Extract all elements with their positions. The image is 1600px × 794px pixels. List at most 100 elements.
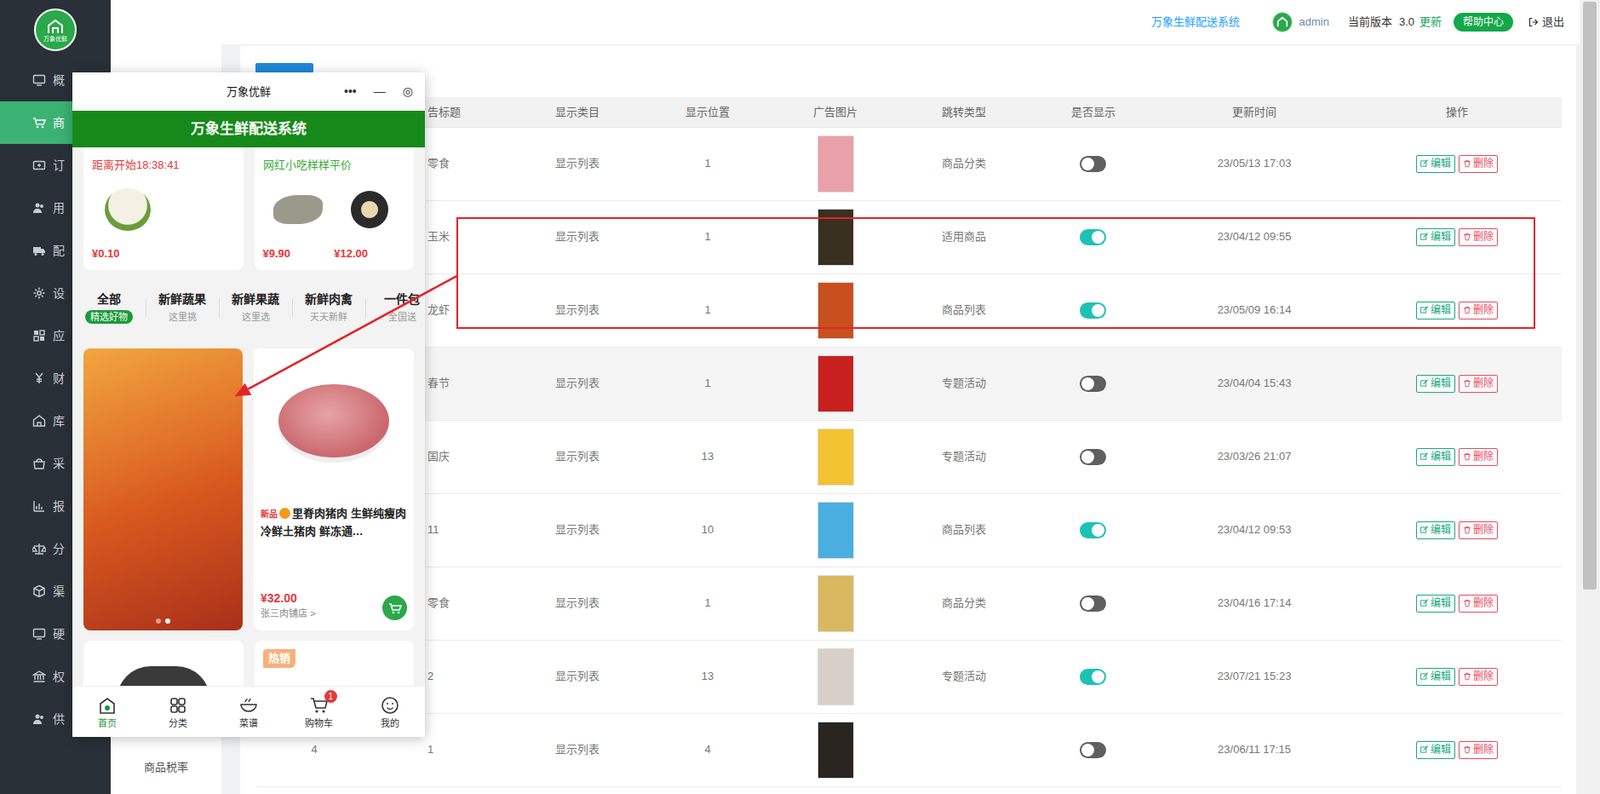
sidebar-label[interactable]: 财	[52, 369, 65, 388]
visibility-toggle[interactable]	[1079, 741, 1107, 758]
ad-image[interactable]	[817, 281, 855, 339]
category-sub[interactable]: 全国送	[383, 309, 422, 324]
category-tab[interactable]: 新鲜蔬果这里挑	[145, 290, 219, 332]
sidebar-label[interactable]: 供	[52, 710, 65, 729]
toggle-knob[interactable]	[1081, 596, 1095, 610]
delete-label[interactable]: 删除	[1473, 376, 1494, 391]
column-header[interactable]: 跳转类型	[899, 97, 1029, 127]
category-sub[interactable]: 这里选	[236, 309, 276, 324]
tab-label[interactable]: 分类	[168, 716, 188, 729]
column-header[interactable]: 操作	[1351, 97, 1562, 127]
promo-photo[interactable]	[333, 172, 406, 247]
delete-button[interactable]: 删除	[1458, 228, 1498, 247]
help-button[interactable]: 帮助中心	[1453, 12, 1514, 32]
sidebar-label[interactable]: 报	[52, 497, 65, 516]
delete-label[interactable]: 删除	[1473, 669, 1494, 684]
edit-button[interactable]: 编辑	[1416, 228, 1456, 247]
delete-label[interactable]: 删除	[1473, 449, 1494, 465]
tab-item[interactable]: 分类	[143, 686, 214, 737]
edit-label[interactable]: 编辑	[1430, 156, 1451, 172]
sidebar-label[interactable]: 库	[52, 412, 65, 431]
table-row[interactable]: 2显示列表13专题活动23/07/21 15:23编辑删除	[255, 639, 1562, 713]
user-name[interactable]: admin	[1299, 13, 1330, 31]
category-label[interactable]: 新鲜肉禽	[304, 290, 353, 308]
delete-button[interactable]: 删除	[1458, 154, 1498, 173]
edit-label[interactable]: 编辑	[1430, 596, 1451, 611]
edit-button[interactable]: 编辑	[1416, 154, 1456, 173]
banner-dot[interactable]	[155, 618, 161, 624]
delete-label[interactable]: 删除	[1473, 156, 1494, 172]
tab-item[interactable]: 首页	[72, 686, 144, 737]
edit-label[interactable]: 编辑	[1430, 229, 1451, 245]
sidebar-label[interactable]: 应	[52, 326, 65, 345]
ad-image[interactable]	[817, 721, 855, 779]
visibility-toggle[interactable]	[1079, 375, 1107, 392]
visibility-toggle[interactable]	[1079, 229, 1107, 246]
ad-image[interactable]	[817, 135, 855, 193]
ad-image[interactable]	[817, 355, 855, 413]
product-card[interactable]: 热销	[254, 640, 415, 686]
delete-label[interactable]: 删除	[1473, 742, 1494, 757]
edit-button[interactable]: 编辑	[1416, 521, 1456, 540]
subnav-item[interactable]: 商品税率	[110, 758, 222, 776]
ad-image[interactable]	[817, 501, 855, 559]
visibility-toggle[interactable]	[1079, 668, 1107, 685]
edit-button[interactable]: 编辑	[1416, 447, 1456, 466]
edit-label[interactable]: 编辑	[1430, 449, 1451, 465]
category-label[interactable]: 全部	[97, 290, 121, 308]
table-row[interactable]: 11显示列表10商品列表23/04/12 09:53编辑删除	[255, 493, 1562, 567]
toggle-knob[interactable]	[1091, 523, 1105, 537]
column-header[interactable]: 更新时间	[1157, 97, 1352, 127]
scroll-thumb[interactable]	[1582, 1, 1597, 590]
promo-item[interactable]: ¥12.00	[333, 172, 406, 262]
ad-image[interactable]	[817, 648, 855, 706]
delete-button[interactable]: 删除	[1458, 301, 1498, 320]
product-title[interactable]: 新品里脊肉猪肉 生鲜纯瘦肉 冷鲜土猪肉 鲜冻通…	[260, 504, 408, 540]
promo-photo[interactable]	[91, 172, 164, 247]
sidebar-label[interactable]: 用	[52, 199, 65, 218]
delete-button[interactable]: 删除	[1458, 374, 1498, 393]
delete-button[interactable]: 删除	[1458, 740, 1498, 759]
table-row[interactable]: 国庆显示列表13专题活动23/03/26 21:07编辑删除	[255, 419, 1562, 494]
tab-item[interactable]: 购物车1	[283, 686, 355, 737]
capsule-button[interactable]: ◎	[402, 82, 413, 101]
promo-card[interactable]: 网红小吃样样平价¥9.90¥12.00	[254, 147, 415, 270]
toggle-knob[interactable]	[1081, 377, 1095, 390]
category-label[interactable]: 新鲜果蔬	[231, 290, 280, 308]
visibility-toggle[interactable]	[1079, 448, 1107, 465]
table-row[interactable]: 零食显示列表1商品分类23/04/16 17:14编辑删除	[255, 566, 1562, 640]
edit-button[interactable]: 编辑	[1416, 301, 1456, 320]
toggle-knob[interactable]	[1081, 157, 1095, 171]
sidebar-label[interactable]: 分	[52, 539, 65, 558]
visibility-toggle[interactable]	[1079, 155, 1107, 173]
sidebar-label[interactable]: 渠	[52, 582, 65, 601]
capsule-button[interactable]: •••	[344, 82, 357, 101]
edit-label[interactable]: 编辑	[1430, 376, 1451, 391]
table-row[interactable]: 41显示列表423/06/11 17:15编辑删除	[255, 712, 1562, 786]
category-tab[interactable]: 全部精选好物	[72, 290, 146, 332]
edit-label[interactable]: 编辑	[1430, 669, 1451, 684]
column-header[interactable]: 显示位置	[643, 97, 772, 127]
banner-dot[interactable]	[165, 618, 171, 624]
category-sub[interactable]: 天天新鲜	[304, 309, 353, 324]
tab-item[interactable]: 我的	[354, 686, 425, 737]
toggle-knob[interactable]	[1091, 670, 1105, 683]
sidebar-label[interactable]: 权	[52, 667, 65, 686]
sidebar-label[interactable]: 商	[52, 114, 65, 132]
category-label[interactable]: 一件包	[384, 290, 420, 308]
category-sub[interactable]: 这里挑	[163, 309, 202, 324]
tab-label[interactable]: 菜谱	[239, 716, 259, 729]
category-tab[interactable]: 一件包全国送	[365, 290, 425, 332]
product-card[interactable]: 新品里脊肉猪肉 生鲜纯瘦肉 冷鲜土猪肉 鲜冻通…¥32.00张三肉铺店 >	[253, 348, 414, 631]
delete-label[interactable]: 删除	[1473, 303, 1494, 318]
edit-label[interactable]: 编辑	[1430, 303, 1451, 318]
sidebar-label[interactable]: 概	[52, 71, 65, 90]
toggle-knob[interactable]	[1091, 303, 1105, 317]
delete-label[interactable]: 删除	[1473, 229, 1494, 245]
sidebar-label[interactable]: 硬	[52, 625, 65, 643]
delete-button[interactable]: 删除	[1458, 447, 1498, 466]
column-header[interactable]: 显示类目	[510, 97, 644, 127]
promo-item[interactable]: ¥0.10	[91, 172, 164, 262]
category-tab[interactable]: 新鲜肉禽天天新鲜	[292, 290, 366, 332]
visibility-toggle[interactable]	[1079, 595, 1107, 612]
